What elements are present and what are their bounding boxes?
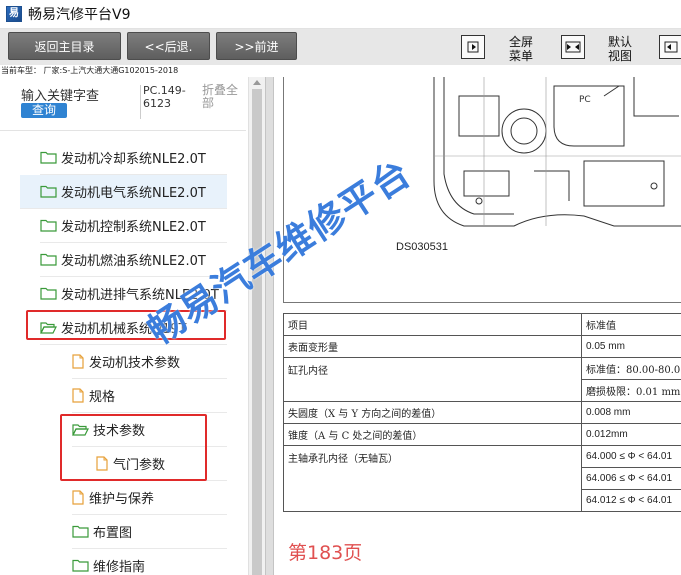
collapse-all-button[interactable]: 折叠全部 [202,84,247,110]
toolbar: 返回主目录 <<后退. >>前进 全屏 菜单 默认 视图 [0,29,681,65]
document-icon [72,354,84,369]
diagram-code: DS030531 [396,241,448,253]
tree-item[interactable]: 规格 [72,379,115,412]
tree-item[interactable]: 布置图 [72,515,132,548]
tree-item-label: 发动机电气系统NLE2.0T [61,186,206,201]
cell-value: 0.05 mm [581,335,681,358]
fullscreen-menu-label[interactable]: 全屏 菜单 [506,35,536,63]
table-row: 表面变形量 0.05 mm [283,335,681,358]
tree-item-label: 发动机燃油系统NLE2.0T [61,254,206,269]
tree-item[interactable]: 发动机燃油系统NLE2.0T [40,243,206,276]
diagram-callout: PC [579,95,591,105]
tree-item[interactable]: 发动机电气系统NLE2.0T [20,175,227,208]
cell-value: 64.006 ≤ Φ < 64.01 [581,467,681,490]
tree-item[interactable]: 发动机冷却系统NLE2.0T [40,141,206,174]
catalog-panel: 输入关键字查 查询 PC.149-6123 折叠全部 发动机冷却系统NLE2.0… [0,77,265,575]
cell-item: 表面变形量 [283,335,582,358]
cell-item: 缸孔内径 [283,357,582,402]
document-icon [72,388,84,403]
catalog-scrollbar[interactable] [248,77,265,575]
fullscreen-menu-icon[interactable] [461,35,485,59]
table-row: 失圆度（X 与 Y 方向之间的差值） 0.008 mm [283,401,681,424]
search-button[interactable]: 查询 [21,103,67,118]
search-divider [140,85,141,119]
panel-divider [0,130,246,131]
app-window: 易 畅易汽修平台V9 返回主目录 <<后退. >>前进 全屏 菜单 默认 视图 … [0,0,681,575]
tree-item-label: 布置图 [93,526,133,541]
tree-item[interactable]: 维护与保养 [72,481,154,514]
cell-value: 标准值：80.00-80.0 [581,357,681,380]
tree-item-label: 维修指南 [93,560,146,575]
cell-value: 0.012mm [581,423,681,446]
tree-item[interactable]: 发动机控制系统NLE2.0T [40,209,206,242]
cell-value: 64.012 ≤ Φ < 64.01 [581,489,681,512]
panel-splitter[interactable] [265,77,274,575]
folder-icon [40,253,57,266]
next-tool-icon[interactable] [659,35,681,59]
cell-value: 0.008 mm [581,401,681,424]
app-logo-icon: 易 [6,6,22,22]
tree-item-label: 发动机技术参数 [89,356,181,371]
folder-icon [40,185,57,198]
cell-item: 失圆度（X 与 Y 方向之间的差值） [283,401,582,424]
default-view-label-line2: 视图 [607,49,632,63]
fullscreen-label-line2: 菜单 [508,49,533,63]
document-icon [72,490,84,505]
cell-value: 64.000 ≤ Φ < 64.01 [581,445,681,468]
tree-item[interactable]: 维修指南 [72,549,145,575]
tree-item-label: 发动机冷却系统NLE2.0T [61,152,206,167]
table-header-row: 项目 标准值 [283,313,681,336]
cell-item: 主轴承孔内径（无轴瓦） [283,445,582,512]
page-number: 第183页 [288,542,363,564]
window-title: 畅易汽修平台V9 [28,7,131,23]
back-button[interactable]: <<后退. [127,32,210,60]
header-item: 项目 [283,313,582,336]
folder-icon [40,287,57,300]
table-row: 主轴承孔内径（无轴瓦） 64.000 ≤ Φ < 64.01 [283,445,681,512]
folder-icon [40,151,57,164]
tree-item-label: 规格 [89,390,116,405]
table-row: 缸孔内径 标准值：80.00-80.0 [283,357,681,402]
tree-item-label: 发动机控制系统NLE2.0T [61,220,206,235]
spec-table: 项目 标准值 表面变形量 0.05 mm 缸孔内径 标准值：80.00-80.0… [283,313,681,512]
pc-code: PC.149-6123 [143,84,186,110]
scroll-up-icon[interactable] [253,80,261,85]
scroll-thumb[interactable] [252,89,262,575]
home-button[interactable]: 返回主目录 [8,32,121,60]
default-view-label[interactable]: 默认 视图 [606,35,634,63]
folder-icon [40,219,57,232]
document-viewer: PC DS030531 项目 标准值 表面变形量 0.05 mm 缸孔内径 标准… [274,77,681,575]
cell-value: 磨损极限：0.01 mm [581,379,681,402]
fullscreen-label-line1: 全屏 [508,35,533,49]
table-row: 锥度（A 与 C 处之间的差值） 0.012mm [283,423,681,446]
folder-icon [72,559,89,572]
highlight-box-tech-params [60,414,207,481]
header-standard: 标准值 [581,313,681,336]
tree-item-label: 维护与保养 [89,492,155,507]
current-vehicle-info: 当前车型： 厂家:S-上汽大通大通G102015-2018 [0,65,681,77]
folder-icon [72,525,89,538]
title-bar: 易 畅易汽修平台V9 [0,0,681,29]
default-view-icon[interactable] [561,35,585,59]
forward-button[interactable]: >>前进 [216,32,297,60]
search-input[interactable]: 输入关键字查 [21,85,99,104]
default-view-label-line1: 默认 [607,35,632,49]
cell-item: 锥度（A 与 C 处之间的差值） [283,423,582,446]
